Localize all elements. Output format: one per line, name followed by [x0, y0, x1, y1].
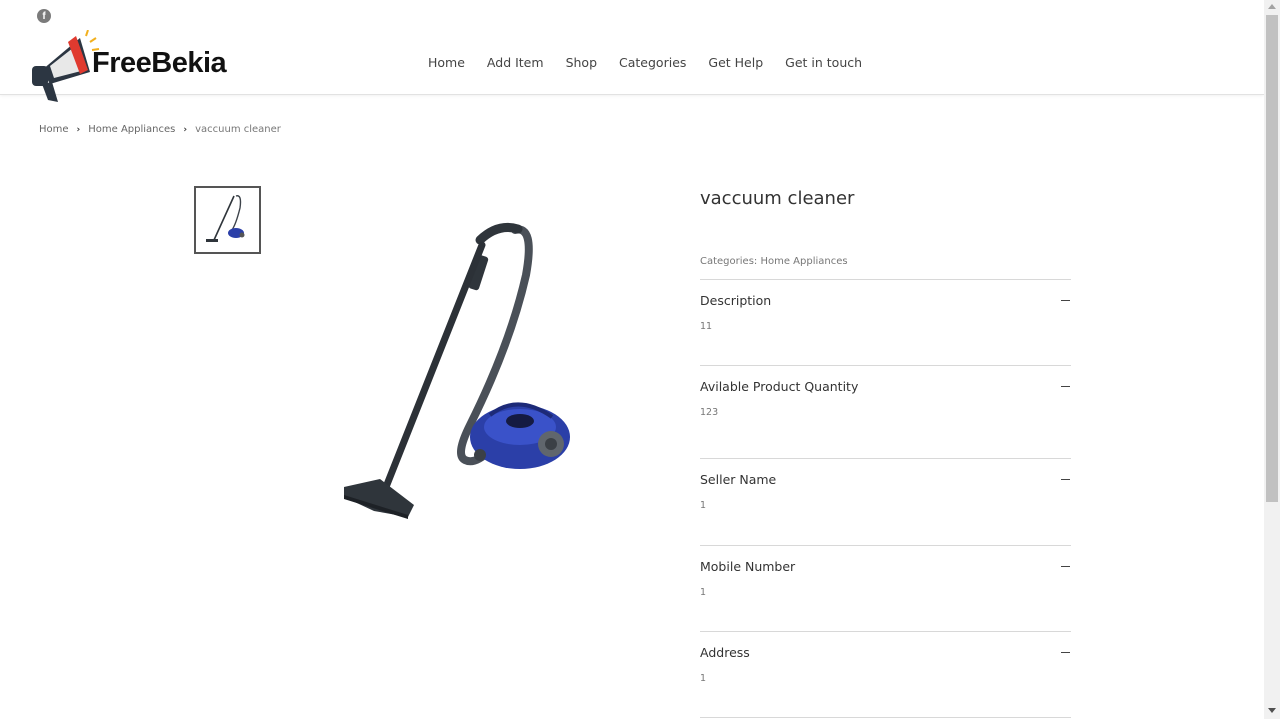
minus-icon[interactable] — [1061, 300, 1070, 301]
accordion-header[interactable]: Description — [700, 280, 1071, 308]
page: f FreeBekia Home Add Item Shop Categorie… — [0, 0, 1264, 719]
minus-icon[interactable] — [1061, 479, 1070, 480]
accordion-title: Description — [700, 293, 772, 308]
product-thumbnail[interactable] — [194, 186, 261, 254]
categories-label: Categories: — [700, 256, 758, 267]
accordion-value: 1 — [700, 673, 707, 684]
scroll-down-arrow-icon[interactable] — [1268, 708, 1276, 713]
nav-get-in-touch[interactable]: Get in touch — [785, 55, 862, 70]
accordion-title: Mobile Number — [700, 559, 796, 574]
accordion-header[interactable]: Address — [700, 632, 1071, 660]
minus-icon[interactable] — [1061, 566, 1070, 567]
minus-icon[interactable] — [1061, 652, 1070, 653]
scrollbar-thumb[interactable] — [1266, 15, 1278, 502]
breadcrumb: Home › Home Appliances › vaccuum cleaner — [39, 124, 281, 135]
vacuum-cleaner-thumbnail-icon — [206, 195, 245, 242]
accordion-seller-name: Seller Name 1 — [700, 458, 1071, 511]
breadcrumb-category[interactable]: Home Appliances — [88, 124, 175, 135]
nav-get-help[interactable]: Get Help — [708, 55, 763, 70]
category-link[interactable]: Home Appliances — [760, 256, 847, 267]
logo-text: FreeBekia — [92, 47, 227, 79]
vacuum-cleaner-image — [344, 222, 570, 519]
accordion-title: Avilable Product Quantity — [700, 379, 859, 394]
chevron-right-icon: › — [76, 124, 81, 135]
accordion-value: 123 — [700, 407, 719, 418]
accordion-title: Seller Name — [700, 472, 777, 487]
accordion-value: 1 — [700, 587, 707, 598]
scroll-up-arrow-icon[interactable] — [1268, 4, 1276, 9]
chevron-right-icon: › — [183, 124, 188, 135]
accordion-title: Address — [700, 645, 750, 660]
accordion-value: 11 — [700, 321, 713, 332]
minus-icon[interactable] — [1061, 386, 1070, 387]
accordion-value: 1 — [700, 500, 707, 511]
nav-shop[interactable]: Shop — [566, 55, 597, 70]
accordion-header[interactable]: Seller Name — [700, 459, 1071, 487]
nav-add-item[interactable]: Add Item — [487, 55, 544, 70]
nav-home[interactable]: Home — [428, 55, 465, 70]
accordion-header[interactable]: Mobile Number — [700, 546, 1071, 574]
accordion-mobile-number: Mobile Number 1 — [700, 545, 1071, 598]
accordion-description: Description 11 — [700, 279, 1071, 332]
accordion-address: Address 1 — [700, 631, 1071, 684]
nav-categories[interactable]: Categories — [619, 55, 686, 70]
accordion-header[interactable]: Avilable Product Quantity — [700, 366, 1071, 394]
main-nav: Home Add Item Shop Categories Get Help G… — [428, 55, 884, 70]
breadcrumb-current: vaccuum cleaner — [195, 124, 281, 135]
product-categories: Categories: Home Appliances — [700, 256, 848, 267]
accordion-divider — [700, 717, 1071, 718]
product-title: vaccuum cleaner — [700, 188, 855, 209]
site-header: f FreeBekia Home Add Item Shop Categorie… — [0, 0, 1264, 102]
vertical-scrollbar[interactable] — [1264, 0, 1280, 719]
accordion-quantity: Avilable Product Quantity 123 — [700, 365, 1071, 418]
facebook-icon[interactable]: f — [37, 9, 51, 23]
breadcrumb-home[interactable]: Home — [39, 124, 69, 135]
